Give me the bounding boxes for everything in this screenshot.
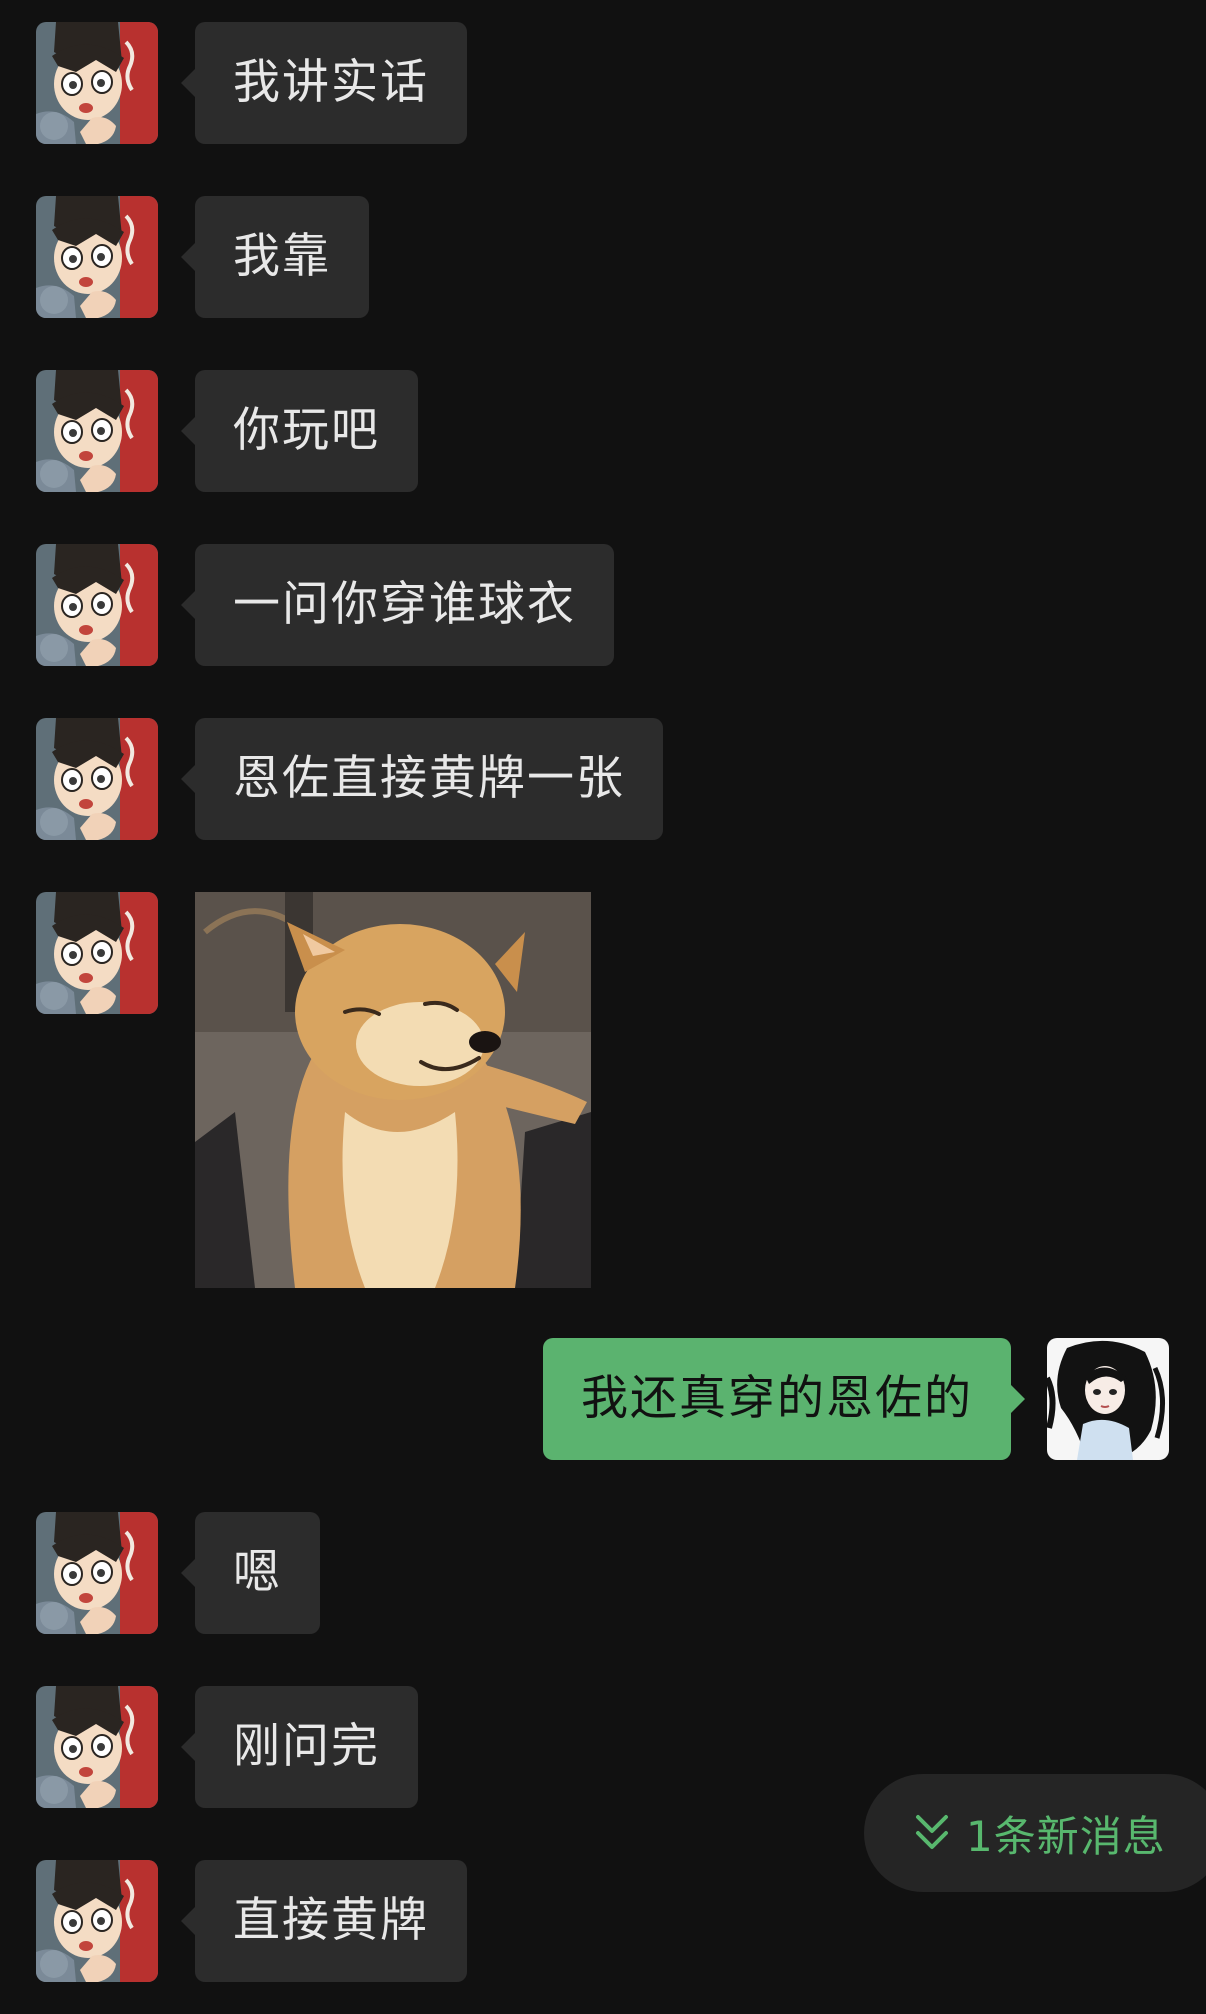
incoming-message-bubble[interactable]: 你玩吧	[181, 370, 418, 492]
incoming-message-bubble[interactable]: 一问你穿谁球衣	[181, 544, 614, 666]
incoming-message-bubble[interactable]: 嗯	[181, 1512, 320, 1634]
outgoing-message-bubble[interactable]: 我还真穿的恩佐的	[543, 1338, 1025, 1460]
sender-avatar[interactable]	[36, 22, 158, 144]
anime-girl-avatar-icon	[1047, 1338, 1169, 1460]
sender-avatar[interactable]	[36, 718, 158, 840]
incoming-message-bubble[interactable]: 直接黄牌	[181, 1860, 467, 1982]
sender-avatar[interactable]	[36, 892, 158, 1014]
anime-boy-avatar-icon	[36, 196, 158, 318]
sender-avatar[interactable]	[36, 196, 158, 318]
sender-avatar[interactable]	[36, 544, 158, 666]
anime-boy-avatar-icon	[36, 544, 158, 666]
anime-boy-avatar-icon	[36, 1686, 158, 1808]
new-messages-label: 1条新消息	[966, 1811, 1166, 1861]
anime-boy-avatar-icon	[36, 892, 158, 1014]
incoming-message-bubble[interactable]: 恩佐直接黄牌一张	[181, 718, 663, 840]
sender-avatar[interactable]	[36, 370, 158, 492]
anime-boy-avatar-icon	[36, 1512, 158, 1634]
incoming-message-bubble[interactable]: 我讲实话	[181, 22, 467, 144]
sender-avatar[interactable]	[36, 1860, 158, 1982]
self-avatar[interactable]	[1047, 1338, 1169, 1460]
anime-boy-avatar-icon	[36, 370, 158, 492]
sender-avatar[interactable]	[36, 1686, 158, 1808]
sender-avatar[interactable]	[36, 1512, 158, 1634]
incoming-message-bubble[interactable]: 我靠	[181, 196, 369, 318]
anime-boy-avatar-icon	[36, 718, 158, 840]
double-chevron-down-icon	[912, 1811, 952, 1855]
incoming-message-bubble[interactable]: 刚问完	[181, 1686, 418, 1808]
new-messages-button[interactable]: 1条新消息	[864, 1774, 1206, 1892]
anime-boy-avatar-icon	[36, 1860, 158, 1982]
shiba-inu-smug-sticker-icon	[195, 892, 591, 1288]
shiba-inu-sticker[interactable]	[195, 892, 591, 1288]
anime-boy-avatar-icon	[36, 22, 158, 144]
